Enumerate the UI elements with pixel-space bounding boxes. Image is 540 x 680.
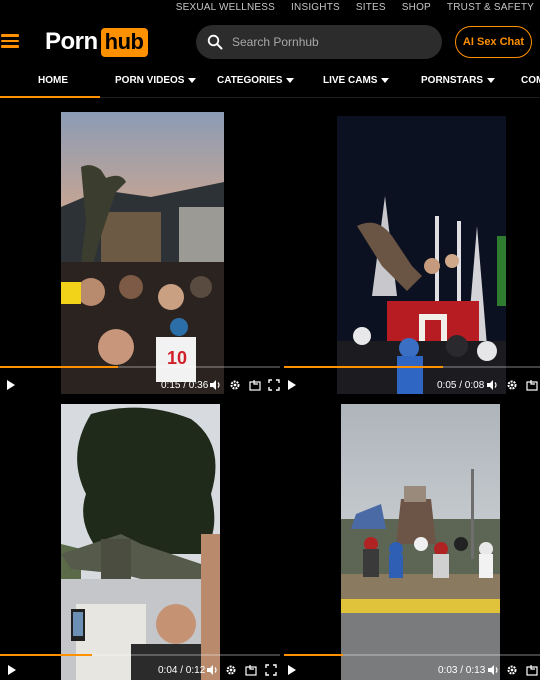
video-player-2[interactable]: 0:05 / 0:08 (280, 110, 540, 396)
video-player-1[interactable]: 10 0:15 / 0:36 (0, 110, 280, 396)
site-logo[interactable]: Porn hub (45, 27, 148, 57)
top-link-insights[interactable]: INSIGHTS (281, 2, 346, 13)
video-progress-fill-2 (284, 366, 443, 368)
top-link-shop[interactable]: SHOP (392, 2, 437, 13)
nav-pornstars-label: PORNSTARS (421, 75, 484, 86)
picture-in-picture-icon[interactable] (526, 664, 538, 676)
fullscreen-icon[interactable] (265, 664, 277, 676)
play-icon[interactable] (7, 380, 15, 390)
search-input[interactable] (232, 35, 412, 49)
volume-icon[interactable] (487, 664, 499, 676)
nav-categories[interactable]: CATEGORIES (217, 75, 295, 86)
video-progress-fill-1 (0, 366, 118, 368)
settings-gear-icon[interactable] (225, 664, 237, 676)
search-bar[interactable] (196, 25, 442, 59)
video-progress-fill-4 (284, 654, 343, 656)
top-utility-bar: SEXUAL WELLNESS INSIGHTS SITES SHOP TRUS… (0, 0, 540, 17)
video-time-3: 0:04 / 0:12 (158, 665, 206, 676)
nav-live-cams-label: LIVE CAMS (323, 75, 378, 86)
logo-text-porn: Porn (45, 28, 98, 55)
video-thumbnail-3[interactable] (61, 404, 220, 680)
nav-categories-label: CATEGORIES (217, 75, 283, 86)
volume-icon[interactable] (206, 664, 218, 676)
play-icon[interactable] (8, 665, 16, 675)
video-player-3[interactable]: 0:04 / 0:12 (0, 398, 280, 680)
chevron-down-icon (188, 78, 197, 83)
chevron-down-icon (487, 78, 496, 83)
video-progress-2[interactable] (284, 366, 540, 368)
nav-pornstars[interactable]: PORNSTARS (421, 75, 496, 86)
volume-icon[interactable] (486, 379, 498, 391)
settings-gear-icon[interactable] (229, 379, 241, 391)
video-progress-4[interactable] (284, 654, 540, 656)
settings-gear-icon[interactable] (506, 379, 518, 391)
video-time-4: 0:03 / 0:13 (438, 665, 486, 676)
nav-active-underline (0, 96, 100, 98)
ai-sex-chat-button[interactable]: AI Sex Chat (455, 26, 532, 58)
play-icon[interactable] (288, 380, 296, 390)
video-time-1: 0:15 / 0:36 (161, 380, 209, 391)
chevron-down-icon (381, 78, 390, 83)
nav-porn-videos-label: PORN VIDEOS (115, 75, 185, 86)
nav-home[interactable]: HOME (38, 75, 68, 86)
video-thumbnail-4[interactable] (341, 404, 500, 680)
chevron-down-icon (286, 78, 295, 83)
video-progress-fill-3 (0, 654, 93, 656)
nav-community[interactable]: COM (521, 75, 540, 86)
video-player-4[interactable]: 0:03 / 0:13 (280, 398, 540, 680)
picture-in-picture-icon[interactable] (249, 379, 261, 391)
nav-community-label: COM (521, 75, 540, 86)
hamburger-menu-icon[interactable] (1, 34, 19, 48)
picture-in-picture-icon[interactable] (245, 664, 257, 676)
top-link-sexual-wellness[interactable]: SEXUAL WELLNESS (166, 2, 281, 13)
nav-live-cams[interactable]: LIVE CAMS (323, 75, 390, 86)
video-thumbnail-2[interactable] (337, 116, 506, 394)
picture-in-picture-icon[interactable] (526, 379, 538, 391)
top-links: SEXUAL WELLNESS INSIGHTS SITES SHOP TRUS… (166, 2, 540, 13)
video-progress-3[interactable] (0, 654, 280, 656)
main-nav: HOME PORN VIDEOS CATEGORIES LIVE CAMS PO… (0, 67, 540, 98)
top-link-trust-safety[interactable]: TRUST & SAFETY (437, 2, 540, 13)
video-time-2: 0:05 / 0:08 (437, 380, 485, 391)
logo-text-hub: hub (100, 27, 148, 57)
play-icon[interactable] (288, 665, 296, 675)
svg-text:10: 10 (167, 348, 187, 368)
video-thumbnail-1[interactable]: 10 (61, 112, 224, 394)
site-header: Porn hub AI Sex Chat (0, 17, 540, 67)
settings-gear-icon[interactable] (506, 664, 518, 676)
fullscreen-icon[interactable] (268, 379, 280, 391)
volume-icon[interactable] (209, 379, 221, 391)
search-icon[interactable] (207, 34, 223, 50)
nav-home-label: HOME (38, 75, 68, 86)
nav-porn-videos[interactable]: PORN VIDEOS (115, 75, 197, 86)
video-progress-1[interactable] (0, 366, 280, 368)
top-link-sites[interactable]: SITES (346, 2, 392, 13)
